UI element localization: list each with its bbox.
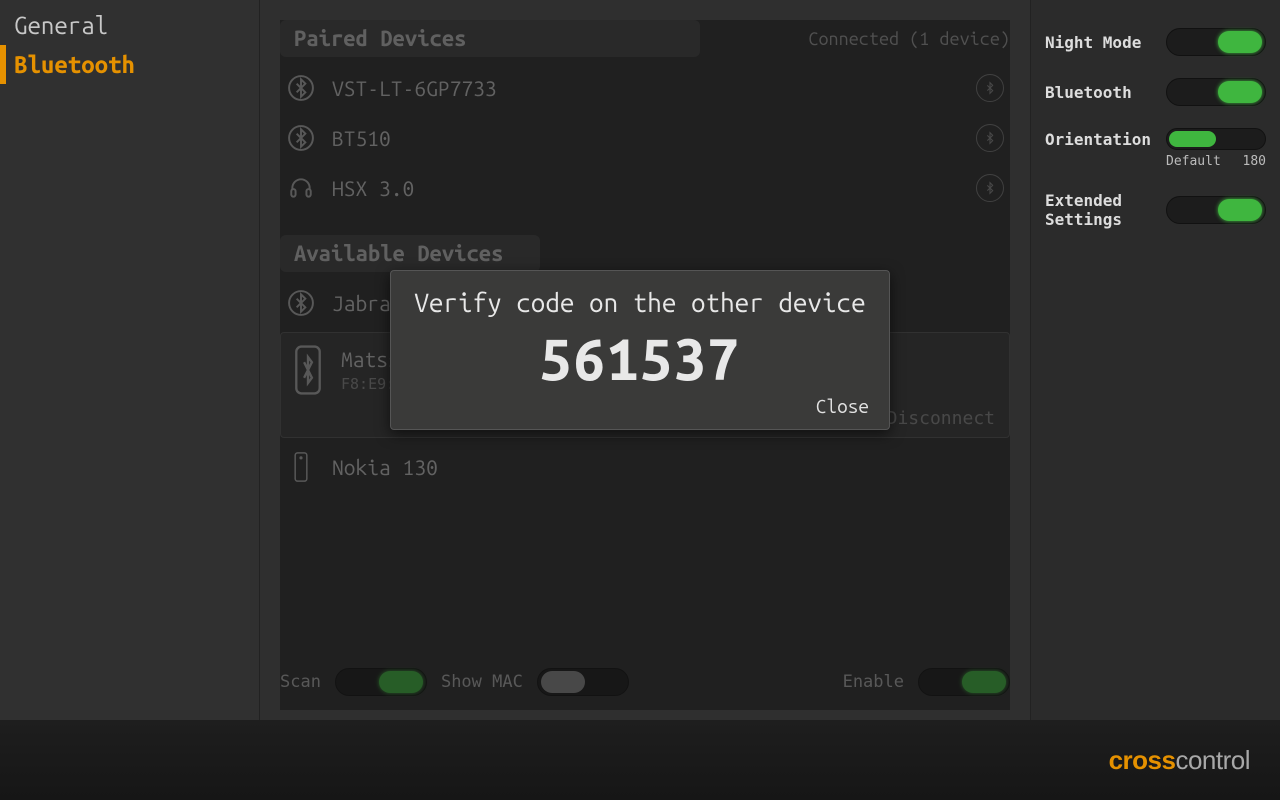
show-mac-toggle[interactable] [537, 668, 629, 696]
show-mac-label: Show MAC [441, 672, 523, 692]
bluetooth-icon [286, 288, 316, 318]
extended-settings-toggle[interactable] [1166, 196, 1266, 224]
bluetooth-info-icon[interactable] [976, 174, 1004, 202]
scan-label: Scan [280, 672, 321, 692]
available-devices-header: Available Devices [280, 235, 540, 272]
night-mode-label: Night Mode [1045, 33, 1141, 52]
bluetooth-icon [286, 123, 316, 153]
bottom-toolbar: Scan Show MAC Enable [280, 660, 1010, 710]
bluetooth-label: Bluetooth [1045, 83, 1132, 102]
device-row[interactable]: BT510 [280, 113, 1010, 163]
bluetooth-info-icon[interactable] [976, 124, 1004, 152]
enable-label: Enable [843, 672, 904, 692]
device-name: Nokia 130 [332, 455, 1004, 479]
enable-toggle[interactable] [918, 668, 1010, 696]
modal-title: Verify code on the other device [411, 285, 869, 320]
device-row[interactable]: HSX 3.0 [280, 163, 1010, 213]
scan-toggle[interactable] [335, 668, 427, 696]
orientation-option-default[interactable]: Default [1166, 154, 1221, 169]
connected-status: Connected (1 device) [808, 29, 1010, 49]
night-mode-toggle[interactable] [1166, 28, 1266, 56]
orientation-segmented[interactable] [1166, 128, 1266, 150]
device-row[interactable]: Nokia 130 [280, 442, 1010, 492]
right-panel: Night Mode Bluetooth Orientation Default… [1030, 0, 1280, 720]
phone-bluetooth-icon [291, 343, 325, 397]
orientation-label: Orientation [1045, 130, 1151, 149]
device-name: VST-LT-6GP7733 [332, 76, 960, 100]
nav-item-general[interactable]: General [0, 6, 259, 45]
orientation-option-180[interactable]: 180 [1243, 154, 1266, 169]
headset-icon [286, 173, 316, 203]
paired-device-list: VST-LT-6GP7733 BT510 [280, 63, 1010, 213]
extended-settings-label: Extended Settings [1045, 191, 1155, 229]
nav-item-bluetooth[interactable]: Bluetooth [0, 45, 259, 84]
bluetooth-info-icon[interactable] [976, 74, 1004, 102]
sidebar: General Bluetooth [0, 0, 260, 720]
pairing-code: 561537 [411, 326, 869, 391]
brand-logo: crosscontrol [1109, 745, 1250, 776]
bluetooth-toggle[interactable] [1166, 78, 1266, 106]
modal-close-button[interactable]: Close [411, 395, 869, 417]
device-row[interactable]: VST-LT-6GP7733 [280, 63, 1010, 113]
device-name: HSX 3.0 [332, 176, 960, 200]
bluetooth-icon [286, 73, 316, 103]
phone-icon [286, 452, 316, 482]
disconnect-button[interactable]: Disconnect [887, 408, 995, 429]
footer: crosscontrol [0, 720, 1280, 800]
device-name: BT510 [332, 126, 960, 150]
paired-devices-header: Paired Devices [280, 20, 700, 57]
pairing-modal: Verify code on the other device 561537 C… [390, 270, 890, 430]
